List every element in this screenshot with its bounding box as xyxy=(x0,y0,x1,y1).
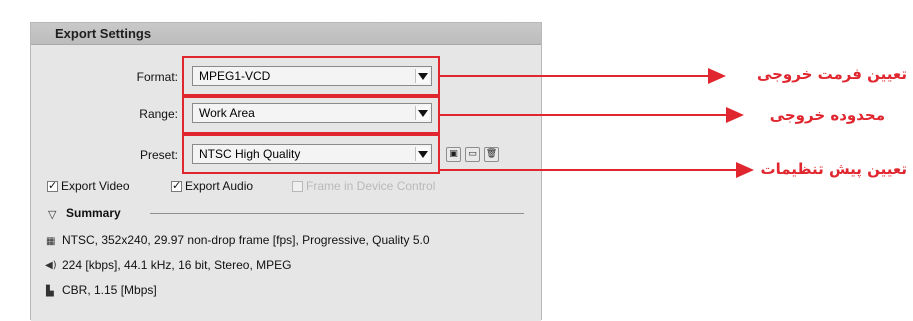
preset-arrow-head xyxy=(736,162,754,178)
annotation-format: تعیین فرمت خروجی xyxy=(756,65,907,83)
annotation-preset: تعیین پیش تنظیمات xyxy=(760,160,908,178)
annotation-range: محدوده خروجی xyxy=(769,106,885,124)
range-arrow-head xyxy=(726,107,744,123)
format-arrow-head xyxy=(708,68,726,84)
